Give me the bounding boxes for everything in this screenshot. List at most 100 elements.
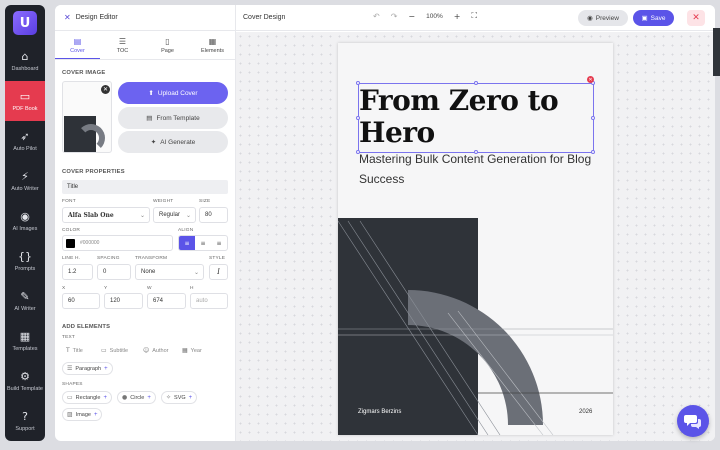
- chat-support-button[interactable]: [677, 405, 709, 437]
- rail-item-templates[interactable]: ▦ Templates: [5, 321, 45, 361]
- rail-item-auto-pilot[interactable]: ➶ Auto Pilot: [5, 121, 45, 161]
- page-icon: ▯: [165, 37, 170, 46]
- tab-toc[interactable]: ☰ TOC: [100, 32, 145, 59]
- cover-author[interactable]: Zigmars Berzins: [358, 409, 401, 415]
- zoom-out-icon[interactable]: −: [408, 12, 415, 21]
- resize-handle[interactable]: [356, 81, 360, 85]
- toolbar: ↶ ↷ − 100% + ⛶: [373, 11, 477, 21]
- fit-screen-icon[interactable]: ⛶: [471, 11, 477, 21]
- add-title-chip[interactable]: T Title: [62, 344, 87, 357]
- tab-label: Elements: [201, 48, 224, 54]
- toc-icon: ☰: [118, 37, 127, 46]
- resize-handle[interactable]: [474, 150, 478, 154]
- weight-select[interactable]: Regular ⌄: [153, 207, 196, 223]
- from-template-button[interactable]: ▤ From Template: [118, 107, 228, 129]
- close-icon[interactable]: ✕: [687, 10, 705, 26]
- sparkle-icon: ✦: [150, 139, 157, 146]
- weight-value: Regular: [159, 212, 181, 218]
- align-right-icon[interactable]: ≡: [211, 236, 227, 250]
- add-rectangle-chip[interactable]: ▭ Rectangle +: [62, 391, 112, 404]
- italic-icon[interactable]: I: [209, 264, 228, 280]
- eye-icon: ◉: [587, 15, 593, 22]
- align-center-icon[interactable]: ≡: [195, 236, 211, 250]
- rail-item-auto-writer[interactable]: ⚡ Auto Writer: [5, 161, 45, 201]
- add-subtitle-chip[interactable]: ▭ Subtitle: [97, 344, 132, 357]
- chevron-down-icon: ⌄: [139, 211, 145, 219]
- resize-handle[interactable]: [474, 81, 478, 85]
- cover-page[interactable]: From Zero to Hero Mastering Bulk Content…: [338, 43, 613, 435]
- w-input[interactable]: 674: [147, 293, 186, 309]
- style-label: STYLE: [209, 256, 226, 261]
- top-bar: ✕ Design Editor Cover Design ↶ ↷ − 100% …: [55, 5, 715, 31]
- tab-page[interactable]: ▯ Page: [145, 32, 190, 59]
- rail-item-ai-writer[interactable]: ✎ AI Writer: [5, 281, 45, 321]
- y-input[interactable]: 120: [104, 293, 143, 309]
- font-select[interactable]: Alfa Slab One ⌄: [62, 207, 150, 223]
- preview-button[interactable]: ◉ Preview: [578, 10, 628, 26]
- cover-properties-heading: COVER PROPERTIES: [62, 169, 125, 175]
- cover-year[interactable]: 2026: [579, 409, 592, 415]
- gear-icon: ⚙: [20, 370, 30, 384]
- rail-item-support[interactable]: ? Support: [5, 401, 45, 441]
- add-circle-chip[interactable]: ● Circle +: [117, 391, 156, 404]
- chip-label: Year: [190, 347, 202, 354]
- resize-handle[interactable]: [356, 150, 360, 154]
- chat-icon: [684, 415, 701, 429]
- save-button[interactable]: ▣ Save: [633, 10, 674, 26]
- cover-arc-shape: [408, 290, 543, 425]
- design-canvas[interactable]: From Zero to Hero Mastering Bulk Content…: [236, 32, 715, 441]
- add-year-chip[interactable]: ▦ Year: [178, 344, 206, 357]
- add-image-chip[interactable]: ▨ Image +: [62, 408, 103, 421]
- cover-subtitle[interactable]: Mastering Bulk Content Generation for Bl…: [359, 149, 609, 189]
- h-input[interactable]: auto: [190, 293, 228, 309]
- size-input[interactable]: 80: [199, 207, 228, 223]
- add-paragraph-chip[interactable]: ☰ Paragraph +: [62, 362, 113, 375]
- rail-item-pdf-book[interactable]: ▭ PDF Book: [5, 81, 45, 121]
- editor-title-label: Design Editor: [75, 14, 118, 21]
- plus-icon: +: [104, 365, 108, 372]
- color-swatch[interactable]: [66, 239, 75, 248]
- upload-cover-button[interactable]: ⬆ Upload Cover: [118, 82, 228, 104]
- spacing-input[interactable]: 0: [97, 264, 131, 280]
- chip-label: Paragraph: [75, 365, 102, 372]
- camera-icon: ◉: [20, 210, 30, 224]
- tab-cover[interactable]: ▤ Cover: [55, 32, 100, 59]
- add-svg-chip[interactable]: ✧ SVG +: [161, 391, 198, 404]
- remove-cover-icon[interactable]: ✕: [101, 85, 110, 94]
- ai-generate-button[interactable]: ✦ AI Generate: [118, 131, 228, 153]
- undo-icon[interactable]: ↶: [373, 12, 380, 21]
- h-label: H: [190, 286, 194, 291]
- color-input[interactable]: #000000: [62, 235, 173, 251]
- rail-item-dashboard[interactable]: ⌂ Dashboard: [5, 41, 45, 81]
- align-left-icon[interactable]: ≡: [179, 236, 195, 250]
- resize-handle[interactable]: [591, 116, 595, 120]
- elements-icon: ▦: [208, 37, 217, 46]
- rail-item-ai-images[interactable]: ◉ AI Images: [5, 201, 45, 241]
- tab-label: Cover: [70, 47, 85, 54]
- delete-element-icon[interactable]: ✕: [587, 76, 594, 83]
- resize-handle[interactable]: [356, 116, 360, 120]
- transform-select[interactable]: None ⌄: [135, 264, 204, 280]
- rail-item-label: AI Writer: [14, 305, 36, 312]
- tab-label: Page: [161, 48, 174, 54]
- chip-label: Rectangle: [75, 394, 101, 401]
- line-height-input[interactable]: 1.2: [62, 264, 93, 280]
- chip-label: Subtitle: [109, 347, 129, 354]
- chip-label: Circle: [130, 394, 145, 401]
- app-logo[interactable]: U: [5, 5, 45, 41]
- chevron-down-icon: ⌄: [185, 211, 191, 219]
- tab-elements[interactable]: ▦ Elements: [190, 32, 235, 59]
- pen-icon: ✎: [20, 290, 30, 304]
- redo-icon[interactable]: ↷: [391, 12, 398, 21]
- rail-item-build-template[interactable]: ⚙ Build Template: [5, 361, 45, 401]
- rail-item-prompts[interactable]: {} Prompts: [5, 241, 45, 281]
- zoom-in-icon[interactable]: +: [454, 12, 461, 21]
- braces-icon: {}: [18, 250, 32, 264]
- x-input[interactable]: 60: [62, 293, 100, 309]
- paragraph-icon: ☰: [67, 365, 73, 372]
- transform-value: None: [141, 269, 156, 275]
- rail-item-label: Auto Pilot: [13, 145, 37, 152]
- resize-handle[interactable]: [591, 150, 595, 154]
- add-elements-heading: ADD ELEMENTS: [62, 324, 111, 330]
- add-author-chip[interactable]: ☺ Author: [139, 344, 172, 357]
